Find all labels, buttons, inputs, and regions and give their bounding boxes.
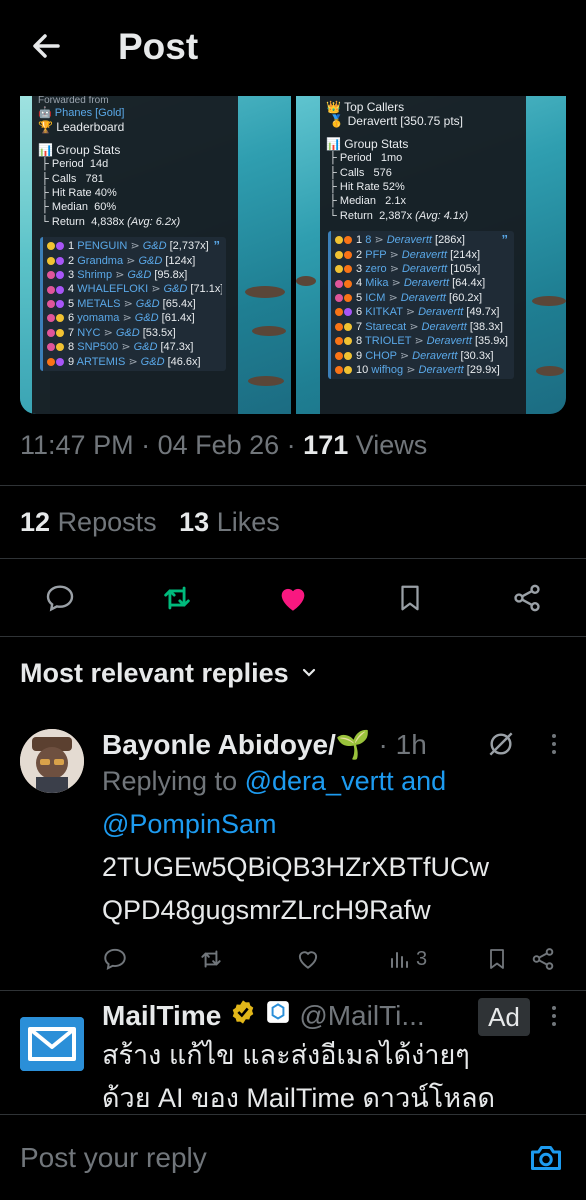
page-title: Post xyxy=(118,26,199,67)
ad-badge: Ad xyxy=(478,998,530,1036)
call-row: 4 Mika ⋗ Deravertt [64.4x] xyxy=(335,276,510,290)
call-row: 8 TRIOLET ⋗ Deravertt [35.9x] xyxy=(335,334,510,348)
like-icon[interactable] xyxy=(273,578,313,618)
engagement-stats[interactable]: 12 Reposts 13 Likes xyxy=(20,507,280,538)
top-callers-title: 👑 Top Callers xyxy=(326,100,405,114)
camera-icon[interactable] xyxy=(528,1140,564,1176)
affiliate-badge-icon xyxy=(265,999,291,1032)
repost-icon[interactable] xyxy=(157,578,197,618)
divider xyxy=(0,990,586,991)
repost-icon[interactable] xyxy=(198,945,224,973)
call-row: 7 NYC ⋗ G&D [53.5x] xyxy=(47,326,222,340)
call-row: 1 PENGUIN ⋗ G&D [2,737x] xyxy=(47,239,222,253)
reply-text: 2TUGEw5QBiQB3HZrXBTfUCw QPD48gugsmrZLrcH… xyxy=(102,852,490,925)
views-count: 3 xyxy=(416,947,428,970)
reposts-count[interactable]: 12 xyxy=(20,507,50,537)
call-row: 3 Shrimp ⋗ G&D [95.8x] xyxy=(47,268,222,282)
stat-period: ├ Period 14d xyxy=(38,158,109,171)
more-options-icon[interactable] xyxy=(546,730,562,760)
post-image-right[interactable]: 👑 Top Callers 🥇 Deravertt [350.75 pts] 📊… xyxy=(296,96,566,414)
call-row: 4 WHALEFLOKI ⋗ G&D [71.1x] xyxy=(47,282,222,296)
reply-input[interactable]: Post your reply xyxy=(20,1142,207,1174)
stat-return: └ Return 2,387x (Avg: 4.1x) xyxy=(326,209,469,222)
top-callers-panel: 👑 Top Callers 🥇 Deravertt [350.75 pts] 📊… xyxy=(320,96,526,414)
more-options-icon[interactable] xyxy=(546,1002,562,1032)
call-row: 3 zero ⋗ Deravertt [105x] xyxy=(335,262,510,276)
share-icon[interactable] xyxy=(507,578,547,618)
reply-icon[interactable] xyxy=(40,578,80,618)
call-row: 1 8 ⋗ Deravertt [286x] xyxy=(335,233,510,247)
divider xyxy=(0,485,586,486)
call-row: 2 PFP ⋗ Deravertt [214x] xyxy=(335,248,510,262)
back-arrow-icon[interactable] xyxy=(26,26,66,66)
stat-hit-rate: ├ Hit Rate 40% xyxy=(38,187,117,200)
stat-calls: ├ Calls 576 xyxy=(326,166,392,179)
share-icon[interactable] xyxy=(530,945,556,973)
call-row: 9 CHOP ⋗ Deravertt [30.3x] xyxy=(335,349,510,363)
stat-median: ├ Median 60% xyxy=(38,201,117,214)
bookmark-icon[interactable] xyxy=(485,945,509,973)
replies-header-label: Most relevant replies xyxy=(20,658,289,688)
views-icon[interactable]: 3 xyxy=(388,945,427,973)
call-row: 10 wifhog ⋗ Deravertt [29.9x] xyxy=(335,363,510,377)
calls-list: ” 1 PENGUIN ⋗ G&D [2,737x] 2 Grandma ⋗ G… xyxy=(40,237,226,371)
call-row: 7 Starecat ⋗ Deravertt [38.3x] xyxy=(335,320,510,334)
call-row: 5 METALS ⋗ G&D [65.4x] xyxy=(47,297,222,311)
reply-icon[interactable] xyxy=(102,945,128,973)
stat-hit-rate: ├ Hit Rate 52% xyxy=(326,181,405,194)
likes-count[interactable]: 13 xyxy=(179,507,209,537)
stat-calls: ├ Calls 781 xyxy=(38,172,104,185)
forwarded-label: Forwarded from xyxy=(38,96,109,106)
mention-link[interactable]: @dera_vertt xyxy=(245,766,394,796)
call-row: 6 yomama ⋗ G&D [61.4x] xyxy=(47,311,222,325)
divider xyxy=(0,558,586,559)
post-image-left[interactable]: Forwarded from 🤖 Phanes [Gold] 🏆 Leaderb… xyxy=(20,96,291,414)
views-count: 171 xyxy=(303,430,349,460)
avatar[interactable] xyxy=(20,729,84,793)
group-stats-title: 📊 Group Stats xyxy=(38,142,121,157)
post-timestamp: 11:47 PM · 04 Feb 26 · 171 Views xyxy=(20,430,428,460)
call-row: 5 ICM ⋗ Deravertt [60.2x] xyxy=(335,291,510,305)
calls-list: ” 1 8 ⋗ Deravertt [286x] 2 PFP ⋗ Deraver… xyxy=(328,231,514,380)
replies-sort-dropdown[interactable]: Most relevant replies xyxy=(20,658,319,689)
leaderboard-title: 🏆 Leaderboard xyxy=(38,120,125,135)
top-caller-name: 🥇 Deravertt [350.75 pts] xyxy=(326,114,464,129)
replying-to: Replying to @dera_vertt and @PompinSam xyxy=(102,766,447,839)
stat-return: └ Return 4,838x (Avg: 6.2x) xyxy=(38,215,181,228)
like-icon[interactable] xyxy=(295,945,321,973)
chevron-down-icon xyxy=(299,658,319,689)
call-row: 9 ARTEMIS ⋗ G&D [46.6x] xyxy=(47,355,222,369)
call-row: 2 Grandma ⋗ G&D [124x] xyxy=(47,254,222,268)
group-stats-title: 📊 Group Stats xyxy=(326,136,409,151)
top-bar: Post xyxy=(0,0,586,96)
ad-author[interactable]: MailTime @MailTi... xyxy=(102,998,425,1033)
divider xyxy=(0,636,586,637)
leaderboard-panel: Forwarded from 🤖 Phanes [Gold] 🏆 Leaderb… xyxy=(32,96,238,414)
grok-icon[interactable] xyxy=(485,728,517,760)
mention-link[interactable]: @PompinSam xyxy=(102,809,276,839)
mailtime-logo-icon[interactable] xyxy=(20,1017,84,1071)
bookmark-icon[interactable] xyxy=(390,578,430,618)
call-row: 8 SNP500 ⋗ G&D [47.3x] xyxy=(47,340,222,354)
call-row: 6 KITKAT ⋗ Deravertt [49.7x] xyxy=(335,305,510,319)
stat-median: ├ Median 2.1x xyxy=(326,195,406,208)
ad-text: สร้าง แก้ไข และส่งอีเมลได้ง่ายๆ ด้วย AI … xyxy=(102,1040,496,1113)
source-link[interactable]: 🤖 Phanes [Gold] xyxy=(38,106,232,120)
reply-author-name[interactable]: Bayonle Abidoye/🌱 · 1h xyxy=(102,728,427,761)
stat-period: ├ Period 1mo xyxy=(326,152,403,165)
verified-badge-icon xyxy=(229,998,257,1033)
